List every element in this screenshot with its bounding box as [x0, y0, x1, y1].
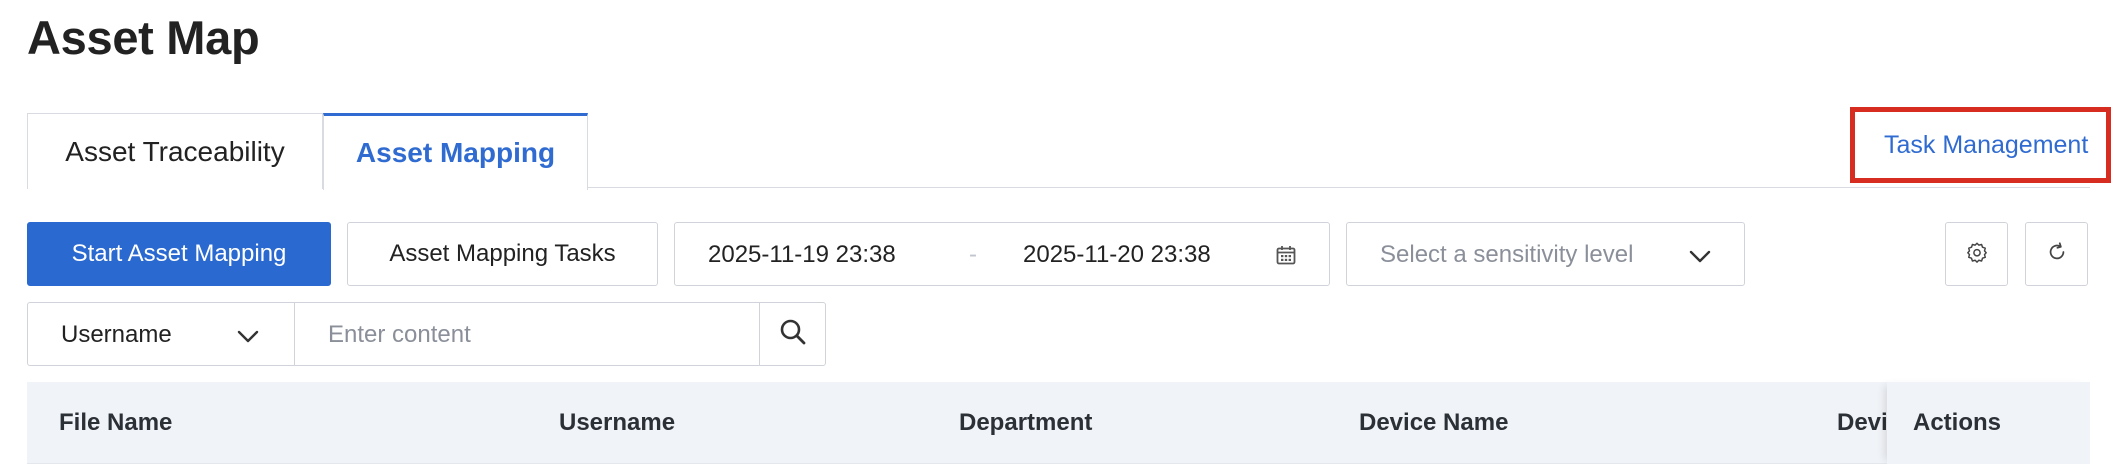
- date-range-picker[interactable]: 2025-11-19 23:38 - 2025-11-20 23:38: [674, 222, 1330, 286]
- table-body-start: [27, 464, 2090, 472]
- table-header: File Name Username Department Device Nam…: [27, 382, 2090, 464]
- date-range-start[interactable]: 2025-11-19 23:38: [708, 241, 896, 269]
- sensitivity-level-select[interactable]: Select a sensitivity level: [1346, 222, 1745, 286]
- sensitivity-placeholder: Select a sensitivity level: [1380, 241, 1634, 268]
- actions-column-header: Actions: [1887, 382, 2090, 464]
- column-header-actions: Actions: [1913, 409, 2002, 436]
- chevron-down-icon: [235, 323, 261, 349]
- calendar-icon[interactable]: [1274, 243, 1298, 267]
- gear-icon: [1966, 241, 1988, 268]
- column-header-department[interactable]: Department: [959, 382, 1339, 464]
- task-management-link[interactable]: Task Management: [1884, 128, 2088, 162]
- page-title: Asset Map: [27, 11, 260, 64]
- date-range-separator: -: [969, 241, 977, 268]
- start-asset-mapping-button[interactable]: Start Asset Mapping: [27, 222, 331, 286]
- date-range-end[interactable]: 2025-11-20 23:38: [1023, 241, 1211, 269]
- refresh-icon: [2046, 241, 2068, 268]
- column-header-username[interactable]: Username: [559, 382, 939, 464]
- search-icon: [778, 317, 808, 352]
- tab-asset-mapping[interactable]: Asset Mapping: [323, 113, 588, 190]
- search-field-select[interactable]: Username: [27, 302, 295, 366]
- refresh-button[interactable]: [2025, 222, 2088, 286]
- search-field-value: Username: [61, 321, 172, 348]
- column-header-device-name[interactable]: Device Name: [1359, 382, 1739, 464]
- search-input[interactable]: Enter content: [294, 302, 760, 366]
- search-placeholder: Enter content: [328, 321, 471, 348]
- column-header-file-name[interactable]: File Name: [59, 382, 529, 464]
- chevron-down-icon: [1687, 243, 1713, 269]
- tab-asset-traceability[interactable]: Asset Traceability: [27, 113, 323, 189]
- search-button[interactable]: [759, 302, 826, 366]
- settings-button[interactable]: [1945, 222, 2008, 286]
- asset-mapping-tasks-button[interactable]: Asset Mapping Tasks: [347, 222, 658, 286]
